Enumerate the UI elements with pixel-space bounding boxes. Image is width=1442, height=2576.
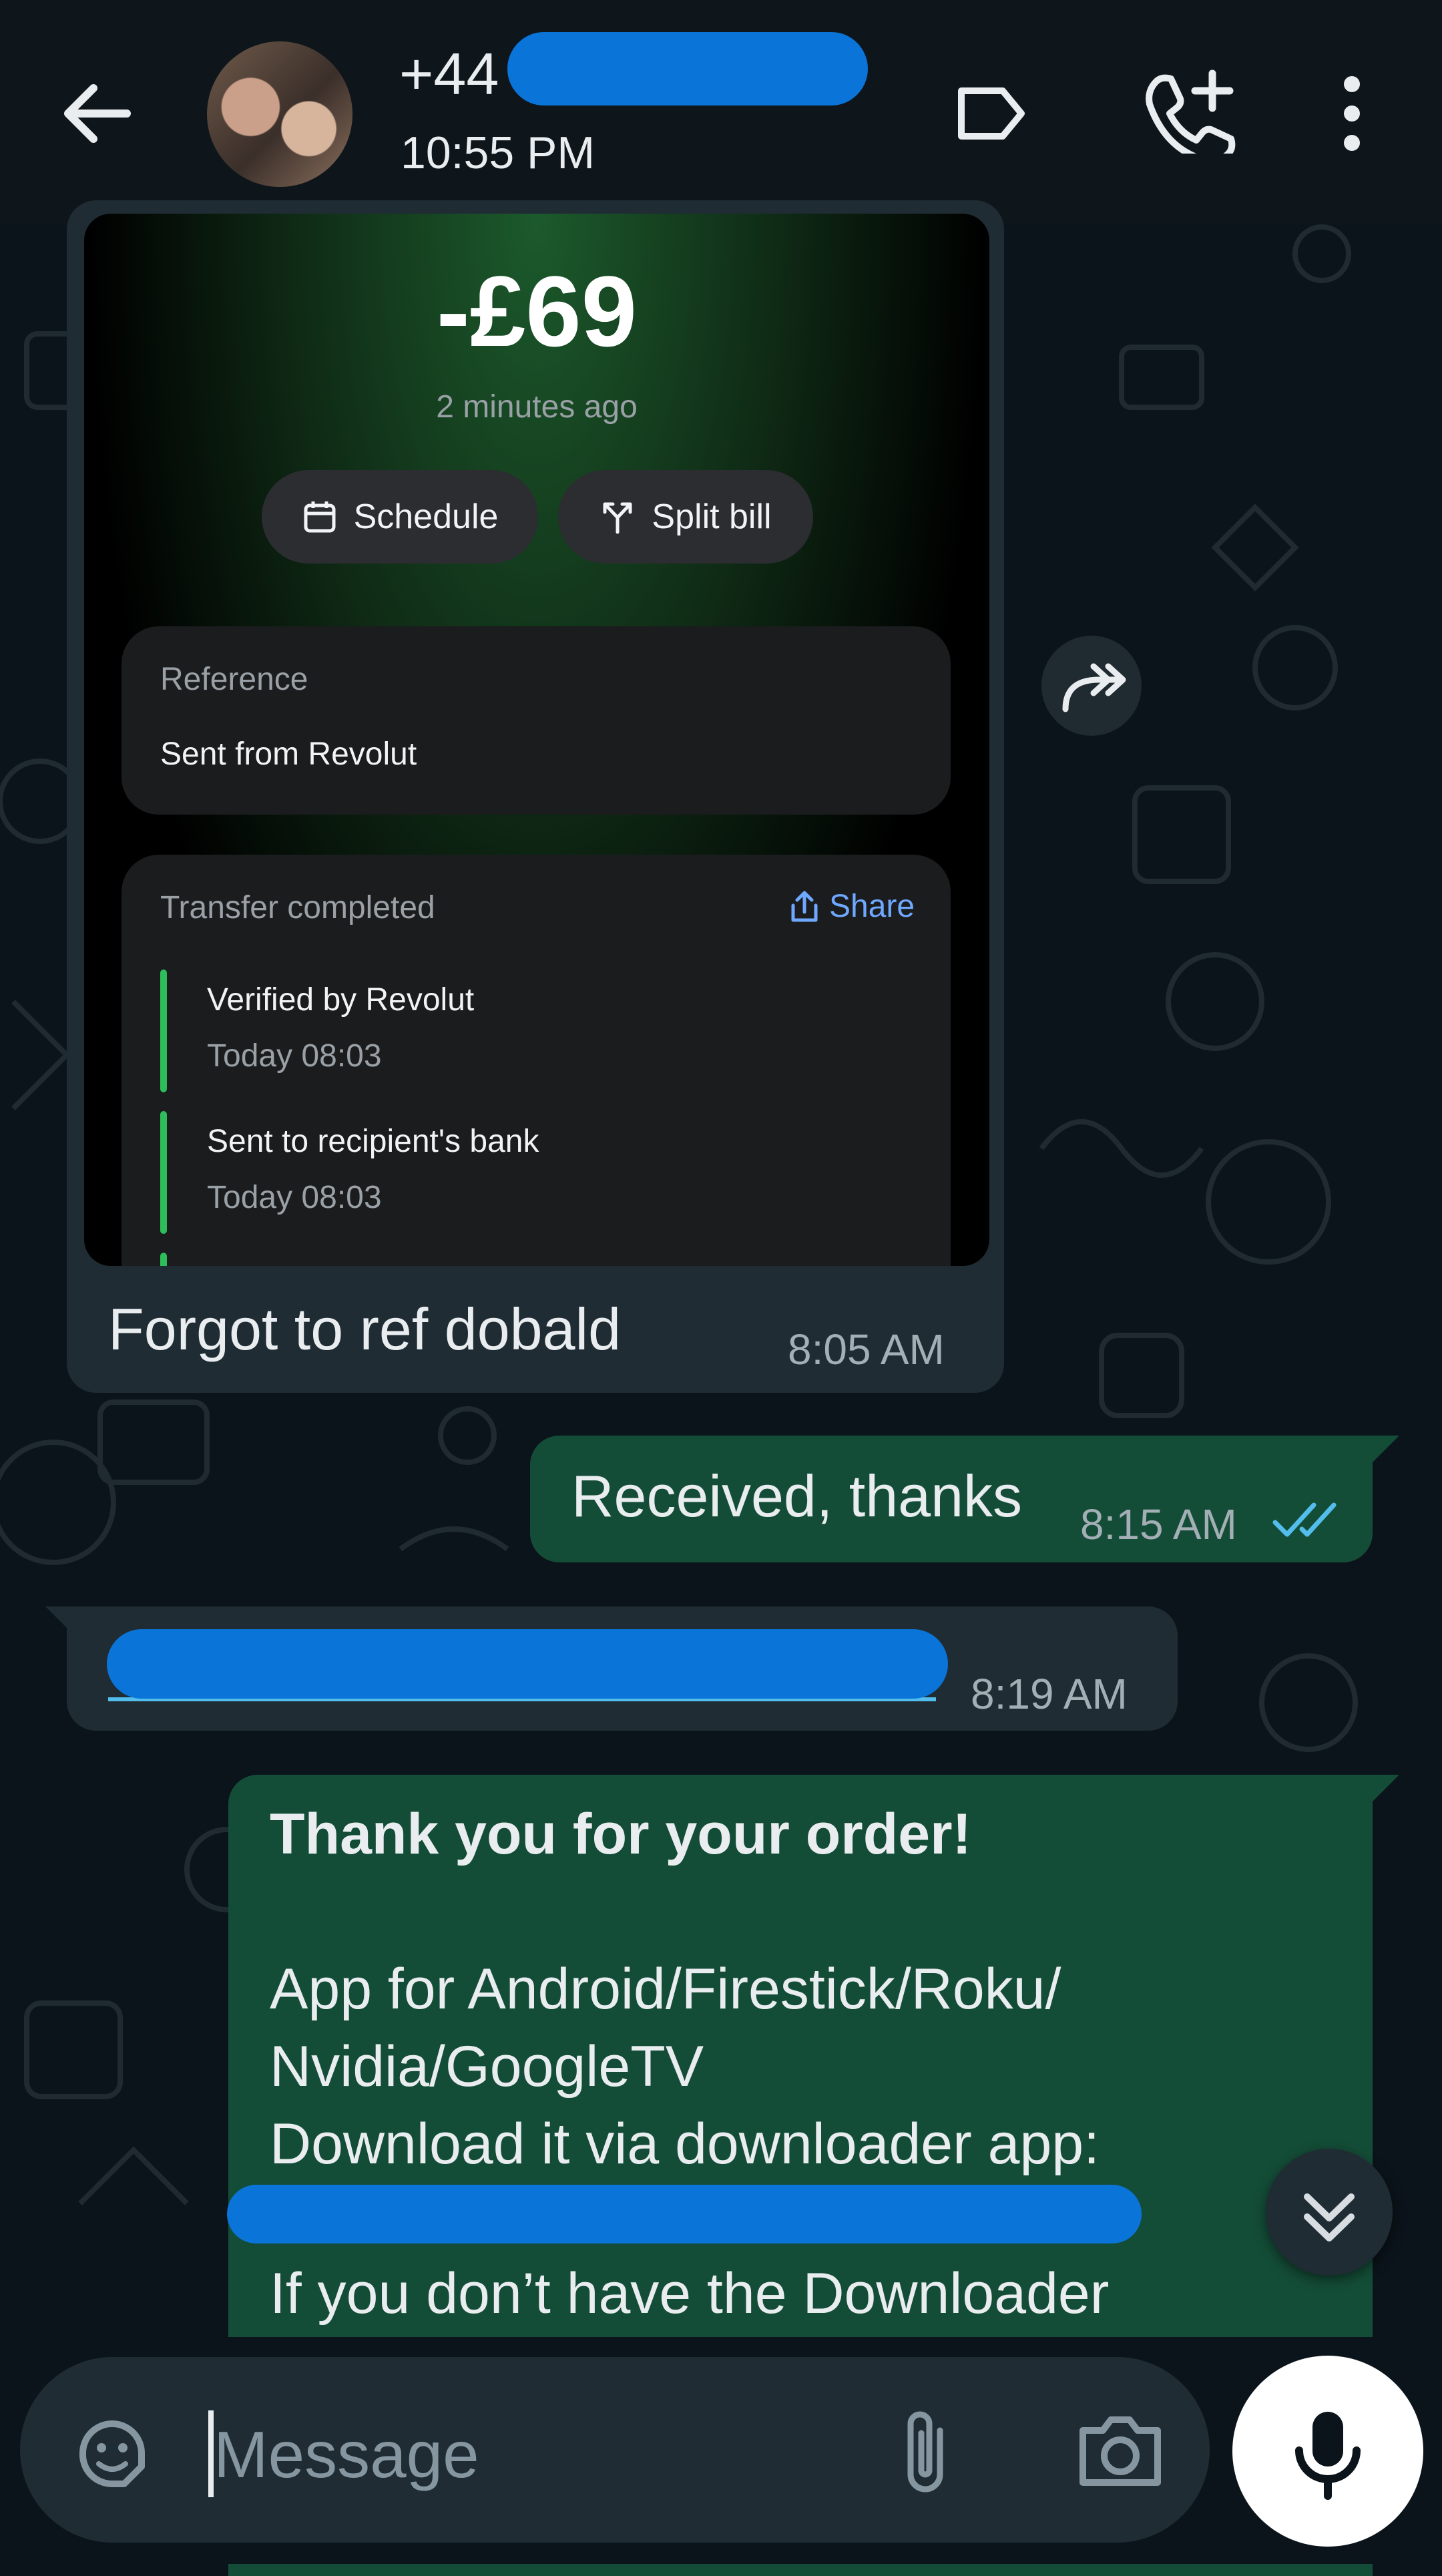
order-line: Download it via downloader app: (270, 2112, 1100, 2176)
transfer-amount: -£69 (436, 255, 638, 367)
message-time: 8:19 AM (971, 1670, 1128, 1718)
step-indicator (160, 1253, 167, 1266)
schedule-button: Schedule (262, 470, 538, 564)
reference-card: Reference Sent from Revolut (122, 626, 951, 815)
more-options-icon[interactable] (1335, 73, 1369, 154)
read-receipt-icon (1272, 1502, 1337, 1537)
bubble-tail (1362, 1436, 1399, 1462)
order-line: If you don’t have the Downloader (270, 2262, 1110, 2326)
forward-icon (1062, 663, 1126, 712)
sticker-icon[interactable] (69, 2410, 156, 2497)
label-icon[interactable] (955, 81, 1028, 146)
reference-label: Reference (160, 662, 308, 697)
message-caption: Forgot to ref dobald (108, 1296, 622, 1362)
schedule-label: Schedule (353, 497, 499, 536)
redaction-mark (507, 32, 868, 105)
forward-button[interactable] (1041, 636, 1142, 736)
transfer-status-label: Transfer completed (160, 890, 435, 925)
calendar-icon (304, 501, 336, 533)
redaction-mark (227, 2185, 1142, 2243)
split-bill-button: Split bill (558, 470, 813, 564)
step-time: Today 08:03 (207, 1180, 382, 1215)
scroll-to-bottom-button[interactable] (1266, 2149, 1393, 2276)
attach-icon[interactable] (893, 2404, 960, 2504)
back-arrow-icon[interactable] (60, 80, 134, 147)
redaction-mark (107, 1629, 948, 1699)
voice-message-button[interactable] (1232, 2356, 1423, 2547)
share-label: Share (829, 889, 915, 924)
split-bill-label: Split bill (652, 497, 772, 536)
message-time: 8:15 AM (1080, 1500, 1237, 1548)
step-indicator (160, 970, 167, 1092)
step-title: Verified by Revolut (207, 982, 475, 1018)
contact-last-seen: 10:55 PM (401, 128, 595, 178)
step-indicator (160, 1111, 167, 1234)
message-time: 8:05 AM (788, 1325, 945, 1373)
bubble-tail (45, 1606, 83, 1633)
order-line: App for Android/Firestick/Roku/ (270, 1957, 1061, 2021)
contact-name[interactable]: +44 (399, 40, 499, 108)
contact-avatar[interactable] (207, 41, 352, 187)
transfer-status-card: Transfer completed Share Verified by Rev… (122, 855, 951, 1266)
text-cursor (208, 2410, 214, 2497)
reference-value: Sent from Revolut (160, 736, 417, 772)
step-title: Sent to recipient's bank (207, 1124, 539, 1159)
double-chevron-down-icon (1304, 2193, 1355, 2241)
add-call-icon[interactable] (1143, 67, 1236, 154)
order-title: Thank you for your order! (270, 1802, 972, 1866)
transfer-screenshot[interactable]: -£69 2 minutes ago Schedule Split bill R… (84, 214, 989, 1266)
microphone-icon (1295, 2412, 1361, 2500)
camera-icon[interactable] (1073, 2406, 1167, 2493)
message-placeholder: Message (214, 2418, 479, 2491)
bubble-tail (1362, 1775, 1399, 1801)
message-input[interactable] (20, 2357, 1210, 2543)
step-time: Today 08:03 (207, 1038, 382, 1074)
split-icon (603, 502, 632, 534)
message-text: Received, thanks (571, 1463, 1023, 1529)
share-link: Share (789, 888, 915, 925)
share-icon (791, 891, 818, 921)
order-line: Nvidia/GoogleTV (270, 2034, 704, 2099)
transfer-time-ago: 2 minutes ago (436, 389, 638, 425)
